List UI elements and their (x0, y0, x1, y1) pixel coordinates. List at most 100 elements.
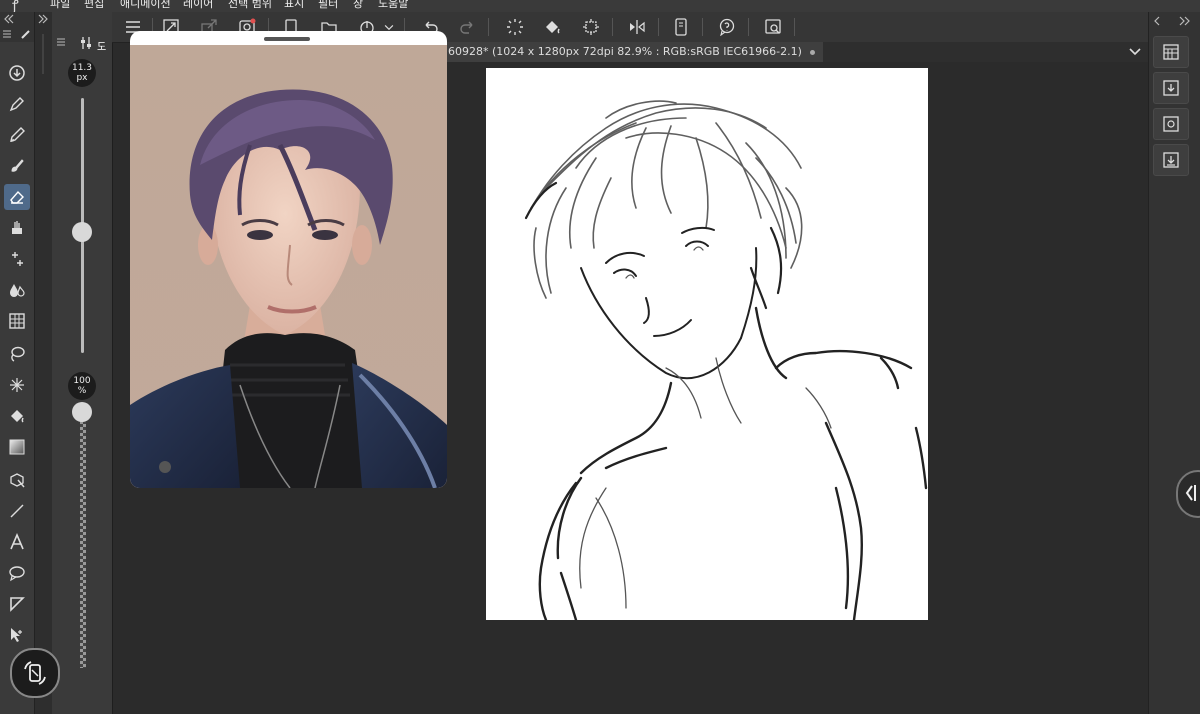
menu-view[interactable]: 표시 (284, 0, 304, 11)
export-button[interactable] (1153, 144, 1189, 176)
loading-button[interactable] (504, 16, 526, 38)
tool-brush[interactable] (4, 153, 30, 179)
brush-size-readout: 11.3 px (68, 59, 96, 87)
speech-bubble-icon (9, 566, 25, 582)
brush-size-value: 11.3 (71, 63, 93, 73)
tool-pencil[interactable] (4, 122, 30, 148)
tool-pointer[interactable] (4, 622, 30, 648)
tool-download[interactable] (4, 60, 30, 86)
menu-selection[interactable]: 선택 범위 (228, 0, 272, 11)
menu-file[interactable]: 파일 (50, 0, 70, 11)
device-button[interactable] (670, 16, 692, 38)
watercolor-icon (10, 284, 25, 297)
opacity-readout: 100 % (68, 372, 96, 400)
grip-icon[interactable] (39, 34, 47, 74)
help-icon (719, 18, 735, 36)
reference-window-grab-handle[interactable] (264, 37, 310, 41)
settings-search-icon (765, 19, 781, 34)
help-button[interactable] (716, 16, 738, 38)
menu-layer[interactable]: 레이어 (183, 0, 213, 11)
tool-speech-bubble[interactable] (4, 560, 30, 586)
sliders-icon[interactable] (80, 36, 92, 50)
opacity-knob[interactable] (72, 402, 92, 422)
opacity-unit: % (77, 386, 87, 396)
brush-tab-icon[interactable] (20, 28, 32, 40)
tool-gradient[interactable] (4, 434, 30, 460)
tool-text[interactable] (4, 529, 30, 555)
grid-icon (9, 313, 25, 329)
screen-rotate-button[interactable] (10, 648, 60, 698)
pen-icon (9, 97, 24, 112)
panel-divider[interactable] (35, 12, 52, 714)
fill-button[interactable] (542, 16, 564, 38)
menu-edit[interactable]: 편집 (84, 0, 104, 11)
import-icon (1163, 80, 1179, 96)
fill-icon (546, 21, 560, 34)
panel-tab-label[interactable]: 도 (97, 38, 106, 53)
crop-icon (583, 19, 599, 35)
flip-icon (630, 20, 645, 34)
flip-button[interactable] (626, 16, 648, 38)
tool-pen[interactable] (4, 91, 30, 117)
hamburger-icon[interactable] (2, 30, 12, 38)
export-icon (1163, 152, 1179, 168)
material-button[interactable] (1153, 108, 1189, 140)
toolbar-separator (488, 18, 489, 36)
redo-icon (460, 21, 473, 34)
collapse-right-chevron-icon[interactable] (1153, 16, 1163, 26)
settings-search-button[interactable] (762, 16, 784, 38)
collapse-left-icon[interactable] (4, 14, 14, 24)
tool-eraser[interactable] (4, 184, 30, 210)
tool-watercolor[interactable] (4, 277, 30, 303)
sparkle-icon (12, 252, 23, 266)
vector-icon (10, 597, 25, 612)
close-dot-icon[interactable] (809, 49, 815, 55)
tool-magic-wand[interactable] (4, 372, 30, 398)
opacity-value: 100 (73, 376, 91, 386)
pencil-icon (10, 127, 25, 142)
tool-shape-select[interactable] (4, 467, 30, 493)
tool-blend[interactable] (4, 215, 30, 241)
pointer-icon (11, 628, 22, 642)
drawing-canvas[interactable] (486, 68, 928, 622)
tool-line[interactable] (4, 498, 30, 524)
toolbar-separator (658, 18, 659, 36)
brush-size-knob[interactable] (72, 222, 92, 242)
eraser-icon (10, 190, 24, 204)
menu-help[interactable]: 도움말 (378, 0, 408, 11)
tool-strip-header (0, 12, 34, 42)
menu-window[interactable]: 창 (353, 0, 363, 11)
toolbar-separator (748, 18, 749, 36)
panel-menu-icon[interactable] (56, 38, 66, 46)
canvas-tab[interactable]: 60928* (1024 x 1280px 72dpi 82.9% : RGB:… (446, 42, 823, 62)
text-icon (10, 533, 24, 550)
toolbar-separator (612, 18, 613, 36)
reference-portrait-image (130, 45, 447, 488)
import-button[interactable] (1153, 72, 1189, 104)
expand-right-icon[interactable] (1179, 16, 1191, 26)
layer-panel-button[interactable] (1153, 36, 1189, 68)
tool-vector[interactable] (4, 591, 30, 617)
download-icon (9, 65, 25, 81)
device-icon (675, 18, 687, 36)
menu-filter[interactable]: 필터 (318, 0, 338, 11)
rotate-screen-icon (24, 661, 46, 685)
tool-sparkle[interactable] (4, 246, 30, 272)
toolbar-separator (702, 18, 703, 36)
gradient-icon (9, 439, 25, 455)
crop-button[interactable] (580, 16, 602, 38)
menu-animation[interactable]: 애니메이션 (120, 0, 171, 11)
right-panel (1148, 12, 1200, 714)
tool-lasso[interactable] (4, 341, 30, 367)
tool-grid[interactable] (4, 308, 30, 334)
opacity-slider[interactable] (80, 412, 86, 668)
expand-right-icon[interactable] (38, 14, 48, 24)
tab-dropdown-chevron-icon[interactable] (1128, 46, 1142, 58)
lasso-icon (11, 346, 25, 362)
redo-button[interactable] (456, 16, 478, 38)
app-logo-icon[interactable]: ꝭ (12, 0, 19, 12)
layer-grid-icon (1163, 44, 1179, 60)
reference-window[interactable] (130, 31, 447, 488)
tool-bucket[interactable] (4, 403, 30, 429)
sketch-drawing (524, 100, 928, 622)
